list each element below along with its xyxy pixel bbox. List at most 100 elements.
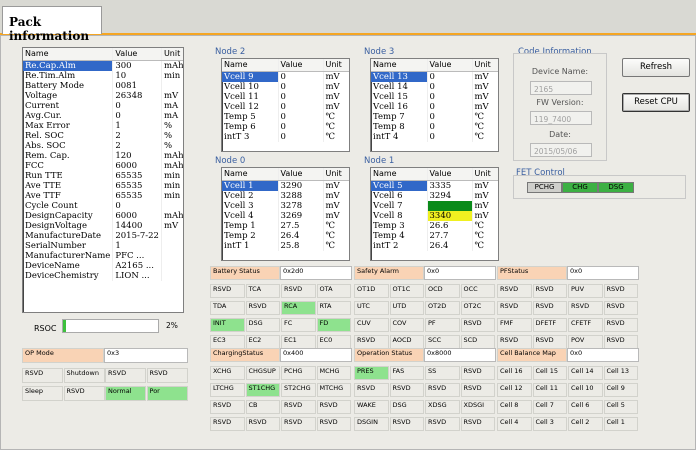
table-row[interactable]: Temp 1 27.5 ℃ bbox=[222, 221, 349, 231]
table-row[interactable]: Temp 6 0 ℃ bbox=[222, 122, 349, 132]
table-cell bbox=[160, 241, 183, 251]
table-row[interactable]: intT 3 0 ℃ bbox=[222, 132, 349, 142]
status-bit: Cell 10 bbox=[568, 383, 603, 397]
table-cell: ℃ bbox=[322, 241, 349, 251]
table-row[interactable]: Vcell 15 0 mV bbox=[371, 92, 498, 102]
table-row[interactable]: Vcell 4 3269 mV bbox=[222, 211, 349, 221]
table-cell: 0 bbox=[426, 132, 472, 142]
table-row[interactable]: SerialNumber 1 bbox=[23, 241, 183, 251]
table-row[interactable]: Re.Tim.Alm 10 min bbox=[23, 71, 183, 81]
table-row[interactable]: Temp 8 0 ℃ bbox=[371, 122, 498, 132]
table-row[interactable]: Re.Cap.Alm 300 mAh bbox=[23, 60, 183, 71]
table-row[interactable]: intT 1 25.8 ℃ bbox=[222, 241, 349, 251]
table-row[interactable]: DeviceChemistry LION ... bbox=[23, 271, 183, 281]
table-row[interactable]: Vcell 7 3264 mV bbox=[371, 201, 498, 211]
table-cell: 65535 bbox=[112, 181, 162, 191]
table-row[interactable]: Vcell 13 0 mV bbox=[371, 71, 498, 82]
table-row[interactable]: DeviceName A2165 ... bbox=[23, 261, 183, 271]
table-cell bbox=[160, 251, 183, 261]
reset-cpu-button[interactable]: Reset CPU bbox=[622, 93, 690, 112]
fet-pchg[interactable]: PCHG bbox=[527, 182, 562, 193]
table-row[interactable]: Temp 2 26.4 ℃ bbox=[222, 231, 349, 241]
table-row[interactable]: Vcell 10 0 mV bbox=[222, 82, 349, 92]
table-row[interactable]: Temp 7 0 ℃ bbox=[371, 112, 498, 122]
main-table-header: Name Value Unit bbox=[23, 48, 183, 61]
table-row[interactable]: Vcell 6 3294 mV bbox=[371, 191, 498, 201]
table-row[interactable]: DesignVoltage 14400 mV bbox=[23, 221, 183, 231]
fet-chg[interactable]: CHG bbox=[562, 182, 598, 193]
node-table[interactable]: Name Value Unit Vcell 1 3290 mV Vcell 2 3288 mV V… bbox=[221, 167, 350, 261]
table-cell bbox=[160, 81, 183, 91]
table-row[interactable]: Vcell 9 0 mV bbox=[222, 71, 349, 82]
table-row[interactable]: Avg.Cur. 0 mA bbox=[23, 111, 183, 121]
table-row[interactable]: DesignCapacity 6000 mAh bbox=[23, 211, 183, 221]
table-row[interactable]: Battery Mode 0081 bbox=[23, 81, 183, 91]
table-row[interactable]: Max Error 1% bbox=[23, 121, 183, 131]
node-table[interactable]: Name Value Unit Vcell 5 3335 mV Vcell 6 3294 mV V… bbox=[370, 167, 499, 261]
rsoc-label: RSOC bbox=[34, 324, 57, 333]
op-mode-bit: RSVD bbox=[146, 368, 188, 383]
table-cell: 120 bbox=[112, 151, 162, 161]
status-bit: RSVD bbox=[210, 400, 245, 414]
device-name-field[interactable]: 2165 bbox=[530, 81, 592, 95]
table-cell: 26348 bbox=[112, 91, 162, 101]
table-cell: mV bbox=[322, 211, 349, 221]
table-cell: 3269 bbox=[277, 211, 323, 221]
table-row[interactable]: Vcell 12 0 mV bbox=[222, 102, 349, 112]
table-row[interactable]: Run TTE 65535 min bbox=[23, 171, 183, 181]
table-row[interactable]: Vcell 2 3288 mV bbox=[222, 191, 349, 201]
table-cell: DeviceName bbox=[25, 261, 80, 271]
table-row[interactable]: intT 2 26.4 ℃ bbox=[371, 241, 498, 251]
status-bit: CUV bbox=[354, 318, 389, 332]
table-row[interactable]: Temp 3 26.6 ℃ bbox=[371, 221, 498, 231]
status-bit: MTCHG bbox=[316, 383, 351, 397]
table-row[interactable]: Rel. SOC 2% bbox=[23, 131, 183, 141]
table-cell: Vcell 16 bbox=[373, 102, 408, 112]
table-row[interactable]: Rem. Cap. 120 mAh bbox=[23, 151, 183, 161]
table-row[interactable]: Temp 5 0 ℃ bbox=[222, 112, 349, 122]
table-cell: intT 1 bbox=[224, 241, 250, 251]
table-row[interactable]: Vcell 8 3340 mV bbox=[371, 211, 498, 221]
table-cell: Vcell 14 bbox=[373, 82, 408, 92]
fet-dsg[interactable]: DSG bbox=[598, 182, 634, 193]
table-row[interactable]: intT 4 0 ℃ bbox=[371, 132, 498, 142]
main-info-table[interactable]: Name Value Unit Re.Cap.Alm 300 mAh Re.Tim.Alm 1… bbox=[22, 47, 184, 313]
refresh-button[interactable]: Refresh bbox=[622, 58, 690, 77]
table-row[interactable]: Vcell 1 3290 mV bbox=[222, 180, 349, 191]
node-table[interactable]: Name Value Unit Vcell 9 0 mV Vcell 10 0 mV Vcell … bbox=[221, 58, 350, 152]
table-cell: 26.4 bbox=[426, 241, 472, 251]
table-row[interactable]: Vcell 16 0 mV bbox=[371, 102, 498, 112]
table-row[interactable]: Abs. SOC 2% bbox=[23, 141, 183, 151]
table-cell: Re.Tim.Alm bbox=[25, 71, 76, 81]
status-bit: OT2C bbox=[460, 301, 495, 315]
table-cell: mAh bbox=[160, 151, 183, 161]
table-row[interactable]: Cycle Count 0 bbox=[23, 201, 183, 211]
table-cell: 0 bbox=[277, 92, 323, 102]
table-row[interactable]: Vcell 11 0 mV bbox=[222, 92, 349, 102]
status-bit: INIT bbox=[210, 318, 245, 332]
node-table[interactable]: Name Value Unit Vcell 13 0 mV Vcell 14 0 mV Vcell… bbox=[370, 58, 499, 152]
table-row[interactable]: Ave TTE 65535 min bbox=[23, 181, 183, 191]
status-bit: RCA bbox=[281, 301, 316, 315]
status-bit: RSVD bbox=[316, 400, 351, 414]
table-row[interactable]: ManufactureDate 2015-7-22 bbox=[23, 231, 183, 241]
table-row[interactable]: FCC 6000 mAh bbox=[23, 161, 183, 171]
status-bit: XDSG bbox=[425, 400, 460, 414]
table-row[interactable]: Vcell 14 0 mV bbox=[371, 82, 498, 92]
table-row[interactable]: ManufacturerName PFC ... bbox=[23, 251, 183, 261]
table-row[interactable]: Current 0 mA bbox=[23, 101, 183, 111]
battery-status-value: 0x2d0 bbox=[280, 266, 352, 280]
fw-version-field[interactable]: 119_7400 bbox=[530, 111, 592, 125]
table-row[interactable]: Vcell 3 3278 mV bbox=[222, 201, 349, 211]
table-row[interactable]: Voltage 26348 mV bbox=[23, 91, 183, 101]
table-row[interactable]: Ave TTF 65535 min bbox=[23, 191, 183, 201]
date-field[interactable]: 2015/05/06 bbox=[530, 143, 592, 157]
table-cell: min bbox=[160, 171, 183, 181]
table-row[interactable]: Vcell 5 3335 mV bbox=[371, 180, 498, 191]
table-row[interactable]: Temp 4 27.7 ℃ bbox=[371, 231, 498, 241]
table-cell: 3294 bbox=[426, 191, 472, 201]
status-bit: Cell 2 bbox=[568, 417, 603, 431]
node-header-cell: Unit bbox=[322, 168, 349, 181]
status-bit: PRES bbox=[354, 366, 389, 380]
tab-pack-information[interactable]: Pack information bbox=[2, 6, 102, 43]
